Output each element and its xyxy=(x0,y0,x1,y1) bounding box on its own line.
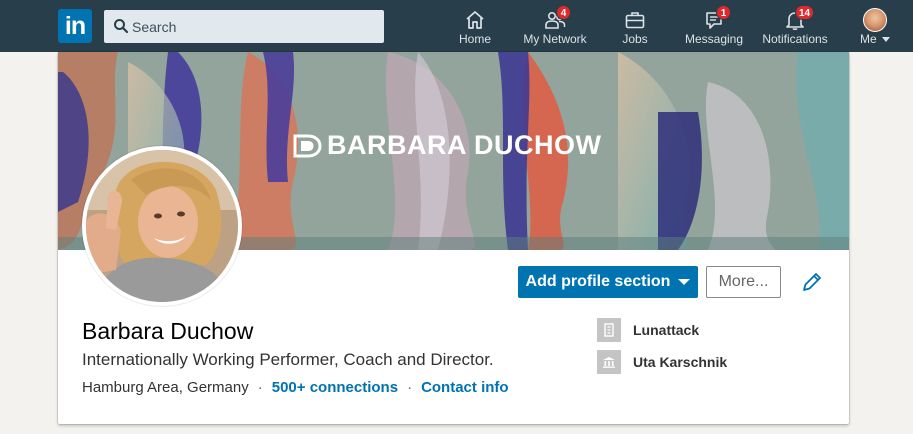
search-input[interactable] xyxy=(132,10,380,43)
nav-home-label: Home xyxy=(458,32,491,46)
nav-my-network-label: My Network xyxy=(523,32,587,46)
profile-location: Hamburg Area, Germany xyxy=(82,379,249,396)
cover-title: BARBARA DUCHOW xyxy=(327,130,602,160)
connections-link[interactable]: 500+ connections xyxy=(272,379,398,396)
avatar xyxy=(863,8,887,32)
experience-name: Lunattack xyxy=(633,322,700,338)
nav-jobs[interactable]: Jobs xyxy=(610,0,660,52)
nav-notifications-label: Notifications xyxy=(762,32,828,46)
linkedin-logo[interactable]: in xyxy=(58,9,92,43)
pencil-icon[interactable] xyxy=(800,270,824,294)
bd-logo-icon xyxy=(293,134,322,157)
contact-info-link[interactable]: Contact info xyxy=(421,379,509,396)
add-profile-section-label: Add profile section xyxy=(525,273,671,290)
nav-jobs-label: Jobs xyxy=(622,32,648,46)
experience-item-lunattack[interactable]: Lunattack xyxy=(597,318,699,342)
profile-name: Barbara Duchow xyxy=(82,318,254,344)
nav-messaging-label: Messaging xyxy=(684,32,744,46)
add-profile-section-button[interactable]: Add profile section xyxy=(518,266,698,298)
nav-me-label: Me xyxy=(852,32,898,46)
nav-home[interactable]: Home xyxy=(450,0,500,52)
nav-notifications[interactable]: 14 Notifications xyxy=(757,0,833,52)
search-bar[interactable] xyxy=(104,10,384,43)
profile-meta: Hamburg Area, Germany · 500+ connections… xyxy=(82,379,509,396)
cover-banner-text: BARBARA DUCHOW xyxy=(293,130,601,161)
top-navigation-bar: in Home 4 My Network Jobs xyxy=(0,0,913,52)
home-icon xyxy=(466,11,484,29)
profile-photo-image xyxy=(86,150,238,302)
school-icon xyxy=(597,350,621,374)
briefcase-icon xyxy=(625,12,645,29)
profile-card: BARBARA DUCHOW Add profile section More.… xyxy=(58,52,849,424)
building-icon xyxy=(597,318,621,342)
nav-messaging[interactable]: 1 Messaging xyxy=(680,0,748,52)
meta-separator: · xyxy=(257,379,263,396)
notifications-badge: 14 xyxy=(795,5,815,20)
more-button[interactable]: More... xyxy=(706,266,781,298)
nav-me[interactable]: Me xyxy=(852,0,898,52)
profile-photo[interactable] xyxy=(82,146,242,306)
chevron-down-icon xyxy=(882,37,890,43)
search-icon xyxy=(114,19,129,34)
experience-name: Uta Karschnik xyxy=(633,354,728,370)
meta-separator: · xyxy=(407,379,413,396)
network-badge: 4 xyxy=(556,5,571,20)
profile-headline: Internationally Working Performer, Coach… xyxy=(82,350,494,369)
caret-down-icon xyxy=(678,279,691,285)
nav-my-network[interactable]: 4 My Network xyxy=(518,0,592,52)
messaging-badge: 1 xyxy=(716,5,731,20)
experience-item-uta-karschnik[interactable]: Uta Karschnik xyxy=(597,350,727,374)
